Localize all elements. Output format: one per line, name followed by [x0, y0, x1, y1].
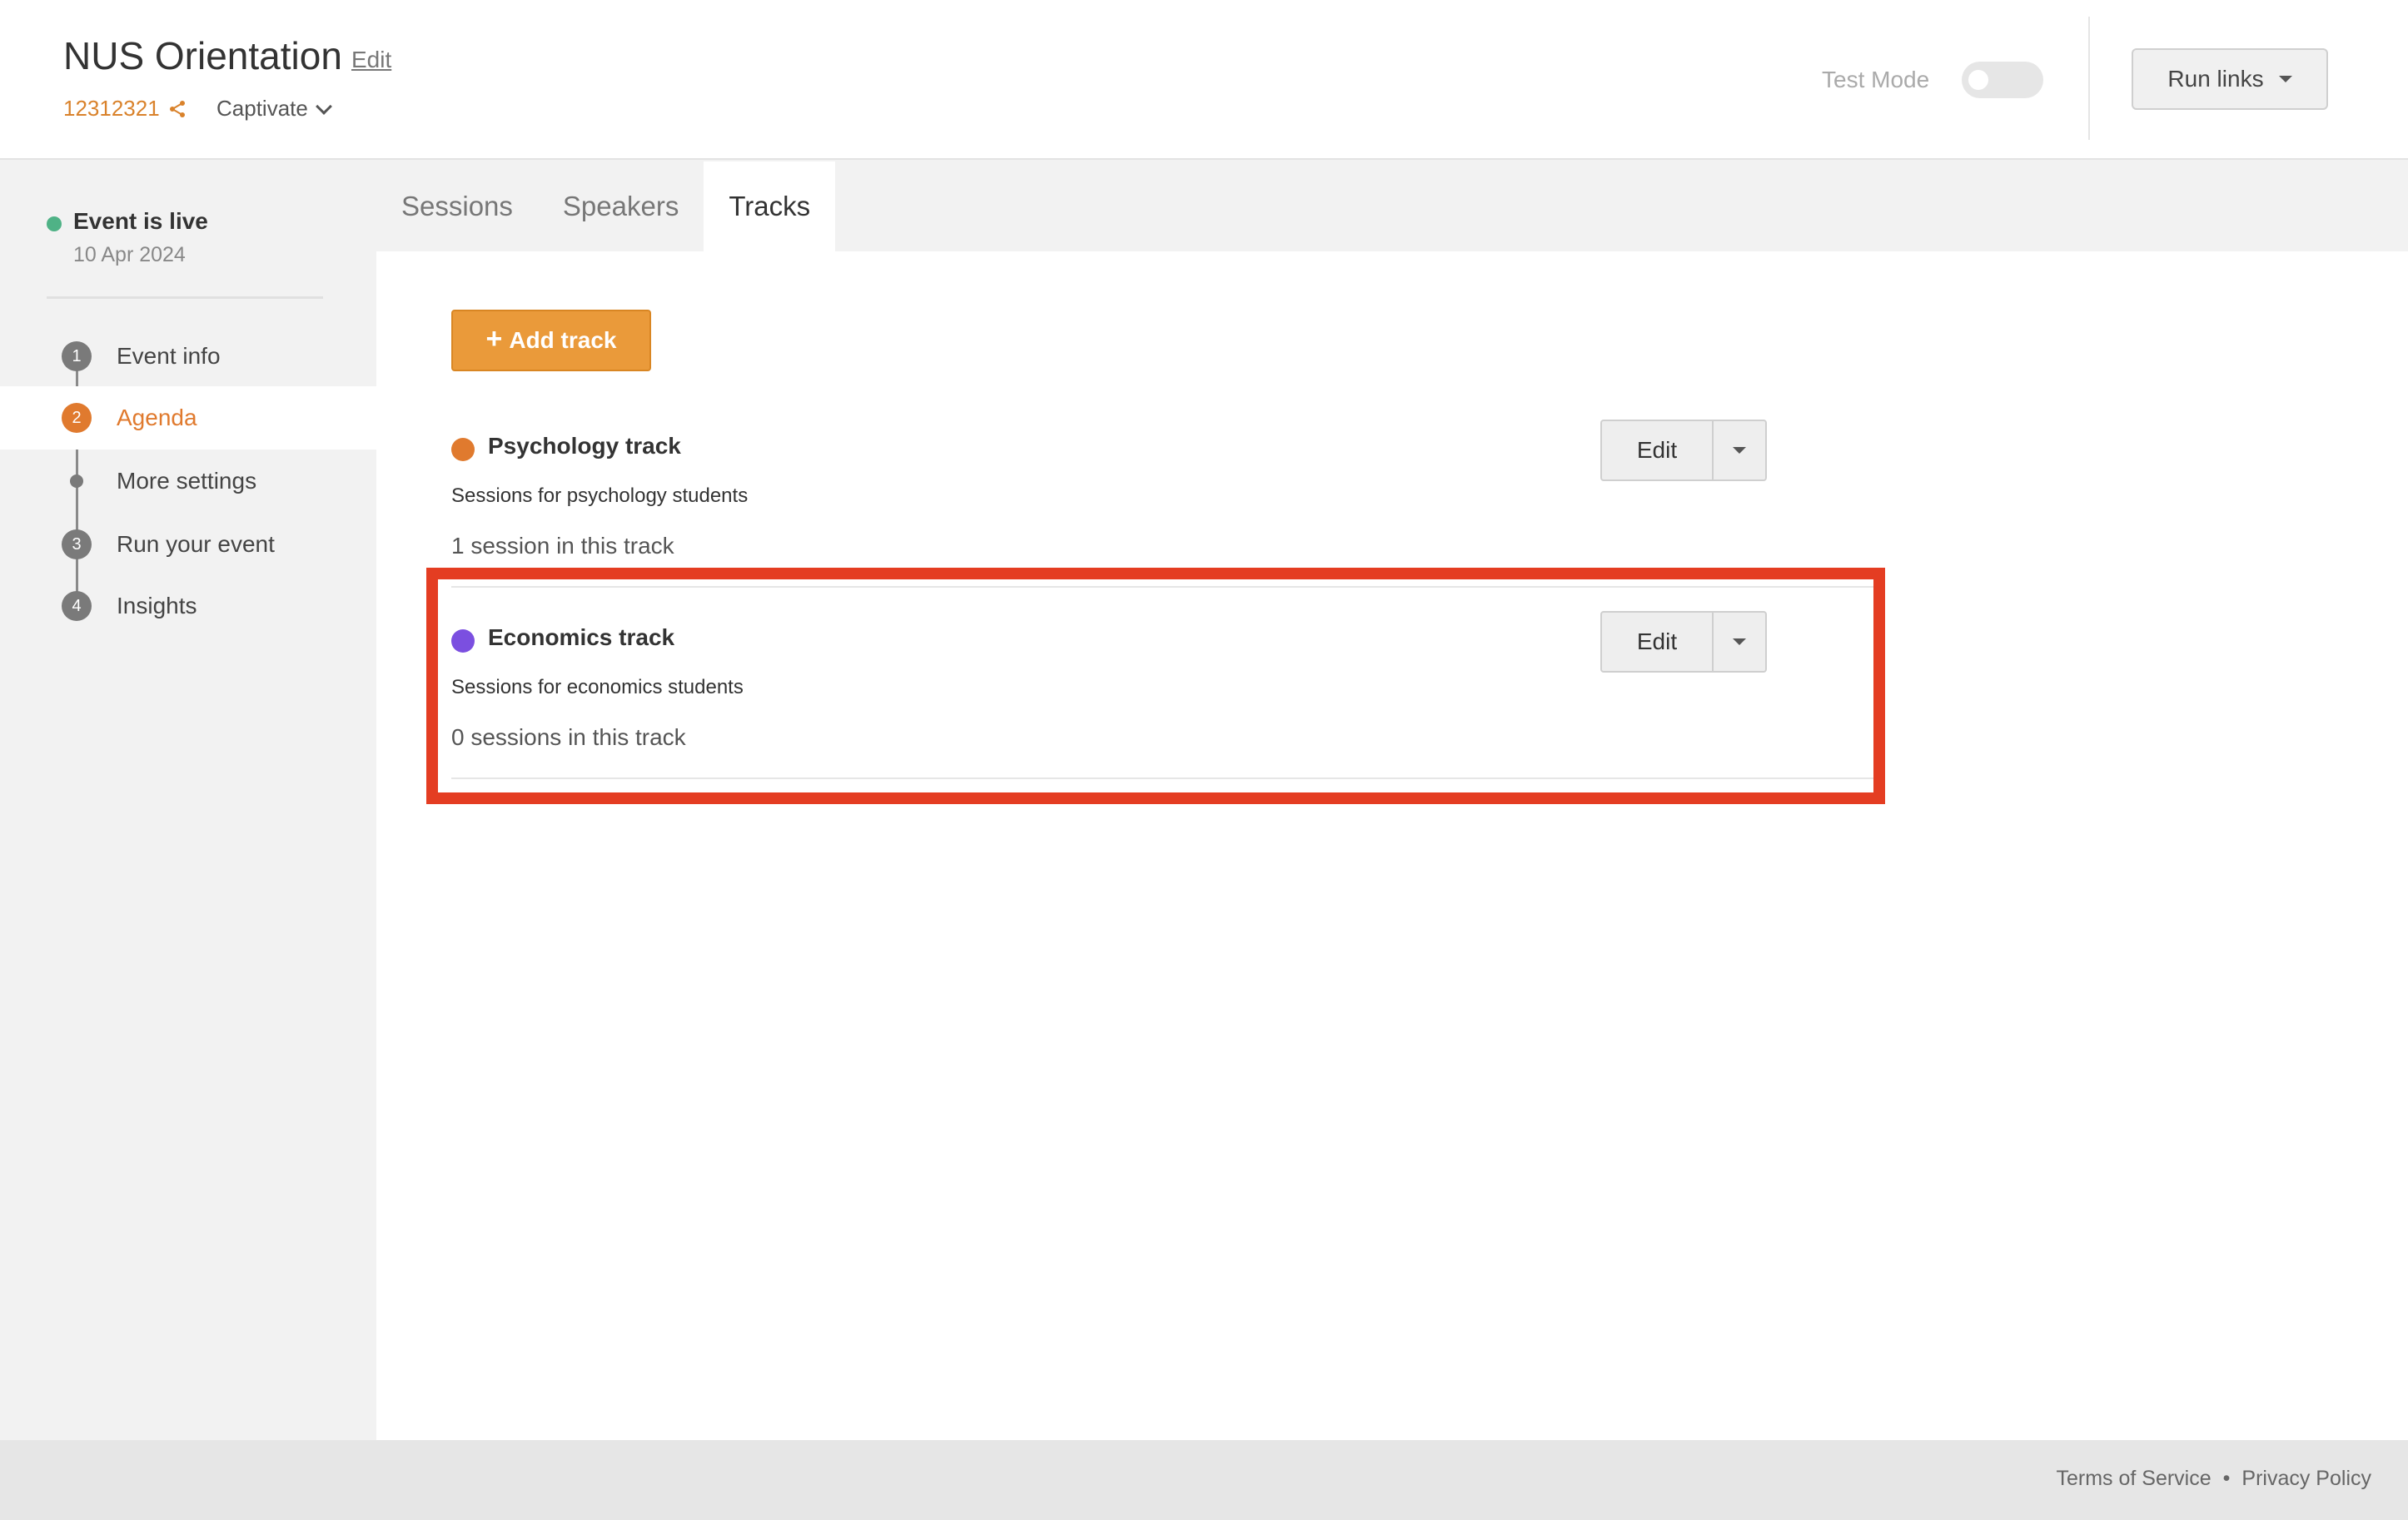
run-links-button[interactable]: Run links [2132, 48, 2328, 110]
step-number: 2 [62, 403, 92, 433]
footer-links: Terms of Service • Privacy Policy [2056, 1467, 2371, 1491]
event-status: Event is live [73, 208, 208, 234]
terms-of-service-link[interactable]: Terms of Service [2056, 1467, 2211, 1491]
sidebar-item-event-info[interactable]: 1 Event info [0, 325, 376, 388]
tracks-panel: + Add track Psychology track Sessions fo… [376, 251, 2408, 1440]
caret-down-icon [1733, 447, 1746, 454]
organization-label: Captivate [216, 96, 308, 121]
step-number: 3 [62, 529, 92, 559]
add-track-button[interactable]: + Add track [451, 310, 651, 371]
track-session-count: 1 session in this track [451, 533, 674, 559]
sidebar-item-label: Event info [117, 343, 221, 369]
agenda-tabs: Sessions Speakers Tracks [376, 161, 836, 251]
live-status-dot [47, 216, 62, 231]
chevron-down-icon [315, 97, 332, 115]
toggle-knob [1968, 70, 1988, 90]
track-edit-split-button: Edit [1600, 420, 1767, 481]
sidebar-divider [47, 296, 323, 299]
share-icon [169, 100, 185, 117]
event-date: 10 Apr 2024 [73, 243, 186, 266]
event-id-share[interactable]: 12312321 [63, 96, 187, 122]
sidebar-item-label: Agenda [117, 405, 197, 430]
track-name: Psychology track [488, 433, 681, 459]
add-track-label: Add track [509, 327, 617, 353]
highlight-box [426, 568, 1885, 804]
event-id-text: 12312321 [63, 96, 160, 121]
step-bullet [70, 474, 83, 488]
sidebar: Event is live 10 Apr 2024 1 Event info 2… [0, 161, 376, 1440]
tab-tracks[interactable]: Tracks [704, 161, 836, 251]
privacy-policy-link[interactable]: Privacy Policy [2241, 1467, 2371, 1491]
sidebar-item-label: More settings [117, 468, 257, 494]
step-number: 4 [62, 591, 92, 621]
edit-title-link[interactable]: Edit [351, 47, 391, 73]
edit-track-button[interactable]: Edit [1602, 421, 1714, 479]
header-divider [2088, 17, 2090, 140]
sidebar-item-agenda[interactable]: 2 Agenda [0, 386, 376, 450]
tab-speakers[interactable]: Speakers [538, 161, 704, 251]
run-links-label: Run links [2167, 66, 2264, 92]
page-footer: Terms of Service • Privacy Policy [0, 1440, 2408, 1520]
sidebar-item-insights[interactable]: 4 Insights [0, 574, 376, 638]
caret-down-icon [2278, 76, 2292, 82]
plus-icon: + [485, 323, 503, 355]
track-color-dot [451, 438, 475, 461]
sidebar-item-run-your-event[interactable]: 3 Run your event [0, 513, 376, 576]
event-title: NUS Orientation [63, 34, 342, 77]
step-number: 1 [62, 341, 92, 371]
sidebar-item-label: Run your event [117, 531, 275, 557]
page-header: NUS Orientation Edit 12312321 Captivate … [0, 0, 2408, 160]
track-description: Sessions for psychology students [451, 484, 749, 507]
organization-dropdown[interactable]: Captivate [216, 96, 332, 122]
test-mode-toggle[interactable] [1962, 62, 2043, 98]
tab-sessions[interactable]: Sessions [376, 161, 538, 251]
test-mode-label: Test Mode [1822, 67, 1930, 92]
sidebar-item-label: Insights [117, 593, 197, 618]
sidebar-item-more-settings[interactable]: More settings [0, 450, 376, 513]
track-options-dropdown[interactable] [1714, 421, 1765, 479]
footer-separator: • [2222, 1467, 2231, 1490]
